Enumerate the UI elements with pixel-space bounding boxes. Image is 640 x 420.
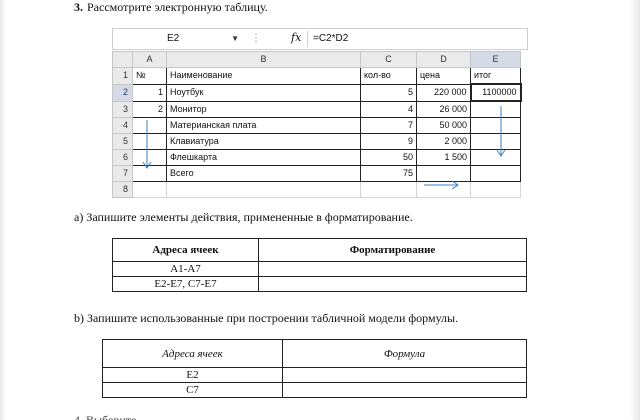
header-cell-formatting: Форматирование <box>258 238 527 262</box>
spreadsheet-screenshot: E2 ▼ ⋮ fx =C2*D2 A B C D E 1 № Наименова… <box>112 28 528 198</box>
page-shadow-right <box>630 0 640 420</box>
table-row: E2-E7, C7-E7 <box>112 276 527 292</box>
table-header-row: Адреса ячеек Форматирование <box>112 238 527 262</box>
page-shadow-left <box>0 0 6 420</box>
address-cell: E2 <box>102 367 283 383</box>
answer-cell[interactable] <box>282 367 527 383</box>
answer-cell[interactable] <box>258 276 527 292</box>
task-a-text: а) Запишите элементы действия, примененн… <box>74 210 413 224</box>
answer-cell[interactable] <box>282 382 527 398</box>
annotation-arrows <box>142 106 506 190</box>
address-cell: A1-A7 <box>112 261 259 277</box>
table-row: E2 <box>102 367 527 383</box>
answer-cell[interactable] <box>258 261 527 277</box>
address-cell: E2-E7, C7-E7 <box>112 276 259 292</box>
header-cell-addresses: Адреса ячеек <box>102 339 283 368</box>
next-question-fragment: 4. Выберите ... <box>74 413 149 420</box>
task-b-text: b) Запишите использованные при построени… <box>74 311 459 325</box>
answer-table-b: Адреса ячеек Формула E2 C7 <box>102 339 527 398</box>
question-text: Рассмотрите электронную таблицу. <box>87 0 268 14</box>
answer-table-a: Адреса ячеек Форматирование A1-A7 E2-E7,… <box>112 238 527 292</box>
question-title: 3. Рассмотрите электронную таблицу. <box>74 0 268 14</box>
table-row: A1-A7 <box>112 261 527 277</box>
header-cell-addresses: Адреса ячеек <box>112 238 259 262</box>
header-cell-formula: Формула <box>282 339 527 368</box>
table-row: C7 <box>102 382 527 398</box>
table-header-row: Адреса ячеек Формула <box>102 339 527 368</box>
address-cell: C7 <box>102 382 283 398</box>
question-number: 3. <box>74 0 83 14</box>
